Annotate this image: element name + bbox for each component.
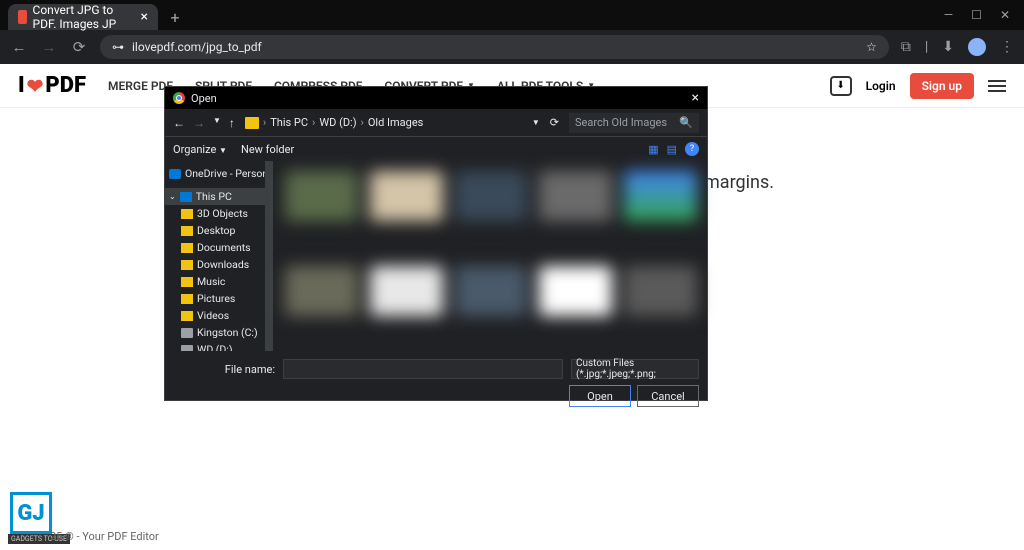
tree-music[interactable]: Music [165, 273, 265, 290]
thumbnail[interactable] [455, 266, 528, 316]
search-placeholder: Search Old Images [575, 116, 667, 129]
back-icon[interactable]: ← [10, 38, 28, 56]
signup-button[interactable]: Sign up [910, 73, 974, 99]
tree-3d-objects[interactable]: 3D Objects [165, 205, 265, 222]
hamburger-menu[interactable] [988, 80, 1006, 92]
tree-documents[interactable]: Documents [165, 239, 265, 256]
separator: | [925, 39, 928, 55]
chrome-icon [173, 92, 185, 104]
file-name-label: File name: [225, 363, 275, 376]
thumbnail[interactable] [370, 171, 443, 221]
tree-videos[interactable]: Videos [165, 307, 265, 324]
close-window-icon[interactable]: ✕ [1000, 8, 1010, 22]
view-details-icon[interactable]: ▦ [648, 143, 658, 156]
reload-icon[interactable]: ⟳ [70, 38, 88, 56]
file-name-input[interactable] [283, 359, 563, 379]
dialog-footer: File name: Custom Files (*.jpg;*.jpeg;*.… [165, 351, 707, 415]
breadcrumb-dropdown-icon[interactable]: ▼ [532, 118, 540, 127]
refresh-icon[interactable]: ⟳ [550, 116, 559, 129]
open-button[interactable]: Open [569, 385, 631, 407]
site-logo[interactable]: I ❤ PDF [18, 73, 86, 98]
tree-desktop[interactable]: Desktop [165, 222, 265, 239]
tree-scrollbar[interactable] [265, 161, 273, 351]
thumbnail[interactable] [539, 266, 612, 316]
url-text: ilovepdf.com/jpg_to_pdf [132, 40, 262, 54]
browser-toolbar: ← → ⟳ ⊶ ilovepdf.com/jpg_to_pdf ☆ ⧉ | ⬇ … [0, 30, 1024, 64]
dialog-title: Open [191, 92, 217, 105]
tree-this-pc[interactable]: ⌄This PC [165, 188, 265, 205]
site-info-icon[interactable]: ⊶ [112, 40, 124, 54]
site-footer: 25 ® - Your PDF Editor [0, 522, 1024, 550]
thumbnail[interactable] [285, 266, 358, 316]
login-link[interactable]: Login [866, 79, 896, 93]
window-titlebar: Convert JPG to PDF. Images JP × + ― ☐ ✕ [0, 0, 1024, 30]
menu-icon[interactable]: ⋮ [1000, 39, 1014, 55]
file-thumbnails[interactable] [275, 161, 707, 351]
dialog-toolbar: Organize ▼ New folder ▦ ▤ ? [165, 137, 707, 161]
file-open-dialog: Open × ← → ▼ ↑ › This PC › WD (D:) › Old… [164, 86, 708, 401]
close-tab-icon[interactable]: × [141, 9, 148, 25]
nav-forward-icon[interactable]: → [193, 116, 205, 130]
dialog-nav: ← → ▼ ↑ › This PC › WD (D:) › Old Images… [165, 109, 707, 137]
minimize-icon[interactable]: ― [944, 8, 953, 22]
profile-avatar[interactable] [968, 38, 986, 56]
search-icon: 🔍 [679, 116, 693, 129]
window-controls: ― ☐ ✕ [944, 8, 1024, 22]
tree-downloads[interactable]: Downloads [165, 256, 265, 273]
browser-tab[interactable]: Convert JPG to PDF. Images JP × [8, 4, 158, 30]
maximize-icon[interactable]: ☐ [971, 8, 982, 22]
folder-tree: OneDrive - Person ⌄This PC 3D Objects De… [165, 161, 265, 351]
extensions-icon[interactable]: ⧉ [901, 39, 911, 55]
breadcrumb[interactable]: › This PC › WD (D:) › Old Images ▼ ⟳ [245, 116, 559, 129]
heart-icon: ❤ [27, 74, 44, 98]
file-type-select[interactable]: Custom Files (*.jpg;*.jpeg;*.png; [571, 359, 699, 379]
new-tab-button[interactable]: + [162, 4, 188, 30]
nav-recent-icon[interactable]: ▼ [213, 116, 221, 130]
tab-title: Convert JPG to PDF. Images JP [33, 3, 135, 31]
forward-icon[interactable]: → [40, 38, 58, 56]
tree-kingston[interactable]: Kingston (C:) [165, 324, 265, 341]
dialog-titlebar: Open × [165, 87, 707, 109]
tab-favicon [18, 10, 27, 24]
thumbnail[interactable] [624, 266, 697, 316]
thumbnail[interactable] [624, 171, 697, 221]
tree-wd[interactable]: WD (D:) [165, 341, 265, 351]
organize-menu[interactable]: Organize ▼ [173, 143, 227, 156]
bookmark-icon[interactable]: ☆ [866, 40, 877, 54]
address-bar[interactable]: ⊶ ilovepdf.com/jpg_to_pdf ☆ [100, 35, 889, 59]
tree-onedrive[interactable]: OneDrive - Person [165, 165, 265, 182]
downloads-icon[interactable]: ⬇ [942, 39, 954, 55]
thumbnail[interactable] [539, 171, 612, 221]
cancel-button[interactable]: Cancel [637, 385, 699, 407]
help-icon[interactable]: ? [685, 142, 699, 156]
download-app-icon[interactable]: ⬇ [830, 76, 852, 96]
folder-icon [245, 117, 259, 129]
thumbnail[interactable] [285, 171, 358, 221]
search-input[interactable]: Search Old Images 🔍 [569, 113, 699, 133]
dialog-close-icon[interactable]: × [692, 90, 699, 106]
tree-pictures[interactable]: Pictures [165, 290, 265, 307]
view-thumbnails-icon[interactable]: ▤ [667, 143, 677, 156]
nav-back-icon[interactable]: ← [173, 116, 185, 130]
nav-up-icon[interactable]: ↑ [229, 116, 235, 130]
thumbnail[interactable] [370, 266, 443, 316]
thumbnail[interactable] [455, 171, 528, 221]
new-folder-button[interactable]: New folder [241, 143, 294, 156]
